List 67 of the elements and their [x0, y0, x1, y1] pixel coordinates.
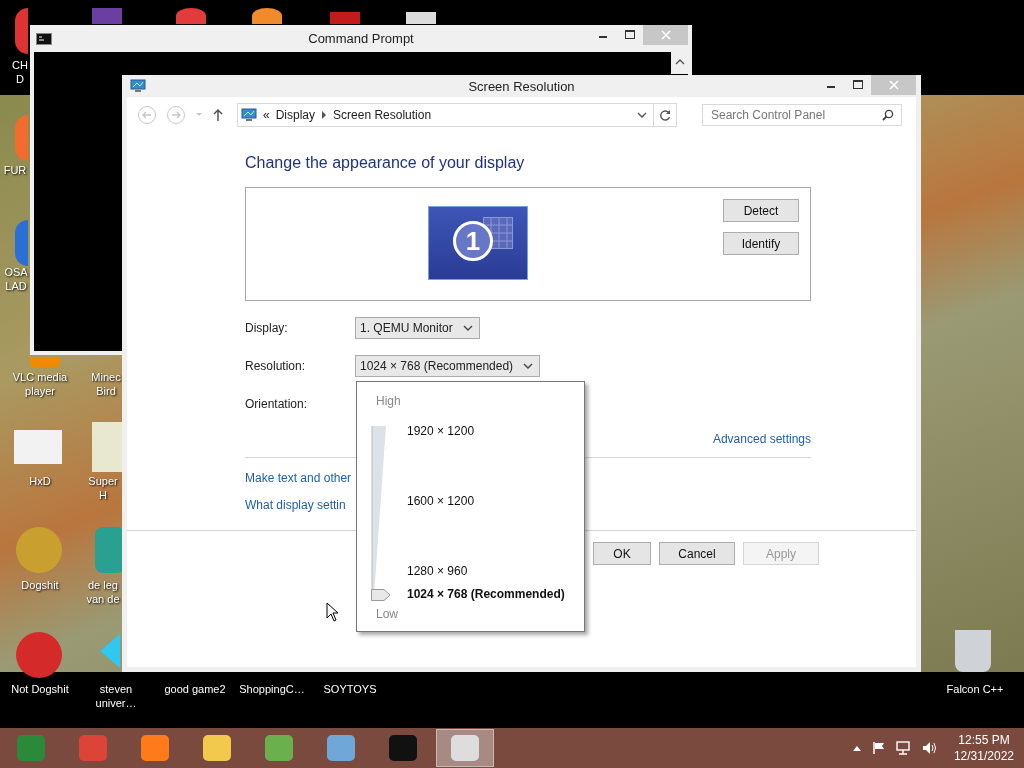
- resolution-option[interactable]: 1920 × 1200: [407, 424, 475, 438]
- resolution-option[interactable]: 1024 × 768 (Recommended): [407, 587, 565, 601]
- desktop-icon-label[interactable]: SOYTOYS: [312, 682, 388, 696]
- breadcrumb-item[interactable]: Screen Resolution: [333, 108, 432, 122]
- flag-icon[interactable]: [871, 741, 886, 755]
- display-button[interactable]: Detect: [723, 199, 799, 222]
- resolution-option[interactable]: 1600 × 1200: [407, 494, 475, 508]
- desktop-icon-label[interactable]: CH D: [10, 58, 30, 86]
- display-number: 1: [453, 221, 493, 261]
- close-icon: [888, 80, 899, 90]
- caret-icon[interactable]: [195, 112, 203, 118]
- overflow-chevron[interactable]: «: [263, 108, 270, 122]
- taskbar-button[interactable]: [436, 729, 494, 767]
- search-icon: [882, 109, 894, 121]
- slider-thumb[interactable]: [371, 589, 391, 601]
- field-label: Display:: [245, 320, 289, 335]
- scale-label: High: [376, 394, 401, 408]
- help-link[interactable]: What display settin: [245, 498, 346, 512]
- caret-icon: [462, 323, 473, 332]
- scale-label: Low: [376, 607, 398, 621]
- dialog-button[interactable]: OK: [593, 542, 651, 565]
- desktop-icon-label[interactable]: Falcon C++: [937, 682, 1013, 696]
- field-label: Orientation:: [245, 396, 309, 411]
- forward-icon[interactable]: [166, 105, 186, 125]
- resolution-option[interactable]: 1280 × 960: [407, 564, 468, 578]
- time-text: 12:55 PM: [958, 732, 1010, 748]
- app-icon[interactable]: [252, 8, 282, 24]
- desktop-icon-label[interactable]: good game2: [157, 682, 233, 696]
- console-icon: [36, 32, 52, 45]
- maximize-icon: [852, 80, 863, 90]
- desktop-icon-label[interactable]: Super H: [84, 474, 122, 502]
- monitor-icon: [241, 108, 257, 122]
- window-title: Command Prompt: [307, 31, 415, 46]
- breadcrumb-item[interactable]: Display: [275, 108, 316, 122]
- network-icon[interactable]: [895, 741, 912, 755]
- refresh-icon: [659, 109, 671, 121]
- separator-arrow-icon[interactable]: [321, 111, 328, 119]
- desktop-icon-label[interactable]: steven univer…: [78, 682, 154, 710]
- tray-caret-icon[interactable]: [851, 744, 862, 752]
- search-field[interactable]: Search Control Panel: [702, 104, 902, 126]
- desktop-icon-label[interactable]: Not Dogshit: [0, 682, 80, 696]
- display-tile[interactable]: 1: [428, 206, 528, 280]
- window-title: Screen Resolution: [467, 78, 576, 94]
- date-text: 12/31/2022: [953, 748, 1014, 764]
- help-link[interactable]: Make text and other: [245, 471, 352, 485]
- clock[interactable]: 12:55 PM 12/31/2022: [953, 732, 1014, 764]
- monitor-icon: [130, 79, 146, 93]
- dialog-button[interactable]: Cancel: [659, 542, 735, 565]
- close-icon: [660, 30, 671, 40]
- desktop-icon-label[interactable]: ShoppingC…: [234, 682, 310, 696]
- dropdown[interactable]: 1. QEMU Monitor: [355, 316, 480, 339]
- dropdown[interactable]: 1024 × 768 (Recommended): [355, 354, 541, 377]
- mouse-pointer-icon: [326, 602, 340, 622]
- advanced-settings-link[interactable]: Advanced settings: [712, 432, 811, 448]
- speaker-icon[interactable]: [921, 741, 938, 755]
- dropdown-caret-icon[interactable]: [637, 111, 647, 119]
- address-bar[interactable]: « Display Screen Resolution: [237, 103, 677, 127]
- up-arrow-icon[interactable]: [212, 108, 224, 122]
- display-button[interactable]: Identify: [723, 232, 799, 255]
- field-label: Resolution:: [245, 358, 307, 373]
- maximize-icon: [624, 30, 635, 40]
- trash-can-icon[interactable]: [955, 630, 991, 672]
- scroll-up-icon[interactable]: [674, 58, 685, 66]
- page-heading: Change the appearance of your display: [245, 154, 526, 173]
- app-icon[interactable]: [176, 8, 206, 24]
- caret-icon: [523, 361, 534, 370]
- back-icon[interactable]: [137, 105, 157, 125]
